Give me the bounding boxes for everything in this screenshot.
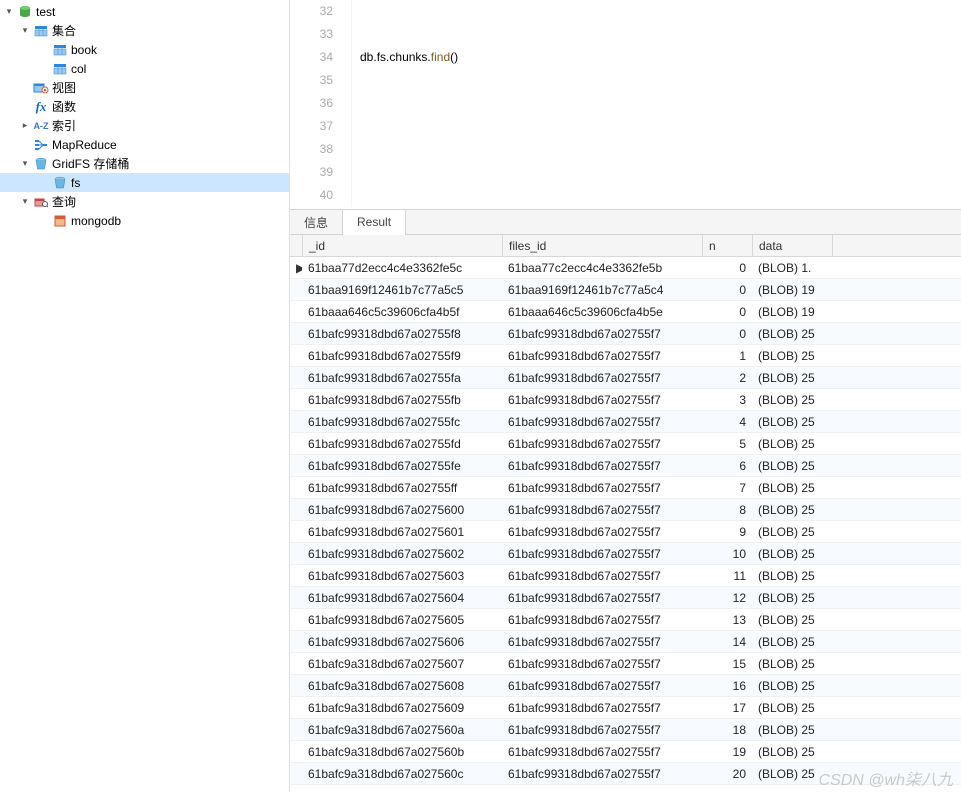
table-row[interactable]: 61bafc99318dbd67a02755fd61bafc99318dbd67… <box>290 433 961 455</box>
table-row[interactable]: 61baa9169f12461b7c77a5c561baa9169f12461b… <box>290 279 961 301</box>
view-icon <box>33 80 49 96</box>
editor-gutter: 323334353637383940 <box>290 0 352 207</box>
tree-label: test <box>36 5 55 19</box>
tree-label: 查询 <box>52 193 76 210</box>
tree-node-gridfs-item[interactable]: fs <box>0 173 289 192</box>
tree-label: 索引 <box>52 117 76 134</box>
bucket-icon <box>33 156 49 172</box>
bucket-icon <box>52 175 68 191</box>
query-icon <box>33 194 49 210</box>
table-row[interactable]: 61bafc99318dbd67a02755fa61bafc99318dbd67… <box>290 367 961 389</box>
tree-label: 视图 <box>52 79 76 96</box>
grid-body[interactable]: ▶61baa77d2ecc4c4e3362fe5c61baa77c2ecc4c4… <box>290 257 961 792</box>
table-row[interactable]: ▶61baa77d2ecc4c4e3362fe5c61baa77c2ecc4c4… <box>290 257 961 279</box>
col-data[interactable]: data <box>753 235 833 256</box>
chevron-down-icon[interactable]: ▾ <box>20 196 31 207</box>
tree-node-collection[interactable]: col <box>0 59 289 78</box>
table-row[interactable]: 61bafc9a318dbd67a027560c61bafc99318dbd67… <box>290 763 961 785</box>
col-files-id[interactable]: files_id <box>503 235 703 256</box>
result-tabs: 信息 Result <box>290 209 961 235</box>
tree-node-collections[interactable]: ▾ 集合 <box>0 21 289 40</box>
table-row[interactable]: 61bafc99318dbd67a027560161bafc99318dbd67… <box>290 521 961 543</box>
table-row[interactable]: 61bafc99318dbd67a02755ff61bafc99318dbd67… <box>290 477 961 499</box>
chevron-down-icon[interactable]: ▾ <box>20 158 31 169</box>
table-row[interactable]: 61bafc9a318dbd67a027560861bafc99318dbd67… <box>290 675 961 697</box>
table-row[interactable]: 61bafc99318dbd67a027560361bafc99318dbd67… <box>290 565 961 587</box>
tree-node-views[interactable]: 视图 <box>0 78 289 97</box>
table-row[interactable]: 61bafc99318dbd67a027560561bafc99318dbd67… <box>290 609 961 631</box>
chevron-down-icon[interactable]: ▾ <box>20 25 31 36</box>
table-row[interactable]: 61bafc99318dbd67a02755f961bafc99318dbd67… <box>290 345 961 367</box>
index-icon: A-Z <box>33 118 49 134</box>
tree-label: book <box>71 43 97 57</box>
tree-node-database[interactable]: ▾ test <box>0 2 289 21</box>
table-row[interactable]: 61bafc99318dbd67a027560461bafc99318dbd67… <box>290 587 961 609</box>
tree-label: mongodb <box>71 214 121 228</box>
object-tree[interactable]: ▾ test ▾ 集合 book col <box>0 0 290 792</box>
table-row[interactable]: 61bafc9a318dbd67a027560761bafc99318dbd67… <box>290 653 961 675</box>
query-item-icon <box>52 213 68 229</box>
tree-node-gridfs[interactable]: ▾ GridFS 存储桶 <box>0 154 289 173</box>
table-icon <box>52 61 68 77</box>
table-row[interactable]: 61bafc99318dbd67a02755fe61bafc99318dbd67… <box>290 455 961 477</box>
mapreduce-icon <box>33 137 49 153</box>
table-row[interactable]: 61bafc99318dbd67a02755fb61bafc99318dbd67… <box>290 389 961 411</box>
table-row[interactable]: 61bafc99318dbd67a027560261bafc99318dbd67… <box>290 543 961 565</box>
table-icon <box>33 23 49 39</box>
tree-label: fs <box>71 176 80 190</box>
col-marker[interactable] <box>290 235 303 256</box>
tab-result[interactable]: Result <box>343 209 406 235</box>
code-editor[interactable]: 323334353637383940 db.fs.chunks.find() <box>290 0 961 207</box>
table-row[interactable]: 61bafc99318dbd67a027560661bafc99318dbd67… <box>290 631 961 653</box>
table-row[interactable]: 61bafc9a318dbd67a027560b61bafc99318dbd67… <box>290 741 961 763</box>
tree-node-indexes[interactable]: ▸ A-Z 索引 <box>0 116 289 135</box>
table-row[interactable]: 61baaa646c5c39606cfa4b5f61baaa646c5c3960… <box>290 301 961 323</box>
tree-label: 函数 <box>52 98 76 115</box>
col-n[interactable]: n <box>703 235 753 256</box>
table-row[interactable]: 61bafc9a318dbd67a027560961bafc99318dbd67… <box>290 697 961 719</box>
chevron-down-icon[interactable]: ▾ <box>4 6 15 17</box>
tree-node-mapreduce[interactable]: MapReduce <box>0 135 289 154</box>
table-row[interactable]: 61bafc9a318dbd67a027560a61bafc99318dbd67… <box>290 719 961 741</box>
table-row[interactable]: 61bafc99318dbd67a02755f861bafc99318dbd67… <box>290 323 961 345</box>
tree-label: col <box>71 62 86 76</box>
col-id[interactable]: _id <box>303 235 503 256</box>
tab-info[interactable]: 信息 <box>290 210 343 236</box>
tree-node-functions[interactable]: fx 函数 <box>0 97 289 116</box>
chevron-right-icon[interactable]: ▸ <box>20 120 31 131</box>
table-icon <box>52 42 68 58</box>
tree-label: MapReduce <box>52 138 117 152</box>
database-icon <box>17 4 33 20</box>
tree-node-collection[interactable]: book <box>0 40 289 59</box>
tree-node-query[interactable]: ▾ 查询 <box>0 192 289 211</box>
function-icon: fx <box>33 99 49 115</box>
table-row[interactable]: 61bafc99318dbd67a02755fc61bafc99318dbd67… <box>290 411 961 433</box>
result-grid: _id files_id n data ▶61baa77d2ecc4c4e336… <box>290 235 961 792</box>
table-row[interactable]: 61bafc99318dbd67a027560061bafc99318dbd67… <box>290 499 961 521</box>
tree-node-query-item[interactable]: mongodb <box>0 211 289 230</box>
tree-label: 集合 <box>52 22 76 39</box>
tree-label: GridFS 存储桶 <box>52 155 129 172</box>
grid-header: _id files_id n data <box>290 235 961 257</box>
